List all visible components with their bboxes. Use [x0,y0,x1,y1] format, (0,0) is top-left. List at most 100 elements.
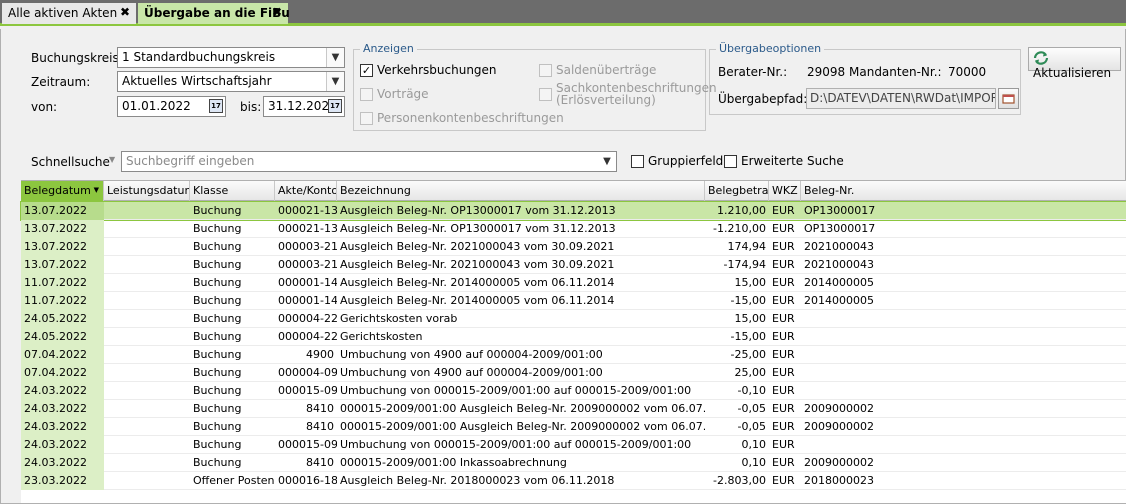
saldenuebertraege-checkbox[interactable] [539,64,552,77]
buchungen-table[interactable]: Belegdatum ▼ Leistungsdatum Klasse Akte/K… [20,180,1126,503]
cell-belegdatum: 13.07.2022 [21,256,104,274]
cell-akte-konto: 000001-14 [278,276,337,289]
cell-klasse: Buchung [193,330,242,343]
close-icon[interactable]: ✖ [272,5,282,19]
anzeigen-title: Anzeigen [360,42,417,55]
column-header-bezeichnung[interactable]: Bezeichnung [337,181,705,201]
cell-klasse: Buchung [193,402,242,415]
tab-uebergabe-fibu[interactable]: Übergabe an die FiBu ✖ [138,3,290,24]
tab-bar: Alle aktiven Akten ✖ Übergabe an die FiB… [0,0,1126,26]
cell-belegdatum: 24.03.2022 [21,382,104,400]
column-header-belegbetrag[interactable]: Belegbetrag [705,181,769,201]
table-row[interactable]: 13.07.2022 Buchung 000021-13 Ausgleich Bele… [21,220,1126,238]
bis-date-field[interactable]: 31.12.2022 17 [263,96,345,117]
table-row[interactable]: 13.07.2022 Buchung 000003-21 Ausgleich Bele… [21,238,1126,256]
uebergabepfad-field[interactable]: D:\DATEV\DATEN\RWDat\IMPORT [806,88,996,109]
bis-value: 31.12.2022 [268,99,337,113]
table-row[interactable]: 24.05.2022 Buchung 000004-22 Gerichtskosten… [21,328,1126,346]
column-header-akte-konto[interactable]: Akte/Konto [275,181,337,201]
column-header-wkz[interactable]: WKZ [769,181,801,201]
cell-leistungsdatum [104,472,190,490]
cell-klasse: Buchung [193,294,242,307]
cell-belegdatum: 24.05.2022 [21,328,104,346]
column-header-klasse[interactable]: Klasse [190,181,275,201]
cell-akte-konto: 000015-09 [278,384,337,397]
sachkonten-checkbox[interactable] [539,88,552,101]
cell-belegdatum: 11.07.2022 [21,292,104,310]
close-icon[interactable]: ✖ [120,5,130,19]
cell-wkz: EUR [772,240,795,253]
cell-wkz: EUR [772,222,795,235]
cell-leistungsdatum [104,400,190,418]
cell-bezeichnung: 000015-2009/001:00 Ausgleich Beleg-Nr. 2… [340,402,705,415]
cell-klasse: Buchung [193,348,242,361]
von-date-field[interactable]: 01.01.2022 17 [117,96,226,117]
cell-bezeichnung: 000015-2009/001:00 Ausgleich Beleg-Nr. 2… [340,420,705,433]
cell-bezeichnung: Umbuchung von 000015-2009/001:00 auf 000… [340,438,692,451]
table-row[interactable]: 13.07.2022 Buchung 000003-21 Ausgleich Bele… [21,256,1126,274]
cell-wkz: EUR [772,384,795,397]
cell-belegbetrag: -0,05 [737,420,766,433]
verkehrsbuchungen-checkbox[interactable]: ✓ [360,64,373,77]
calendar-icon[interactable]: 17 [328,99,342,113]
chevron-down-icon[interactable]: ▼ [326,48,344,67]
cell-belegbetrag: 1.210,00 [717,204,766,217]
calendar-icon[interactable]: 17 [209,99,223,113]
search-dropdown-icon[interactable]: ▼ [109,155,115,164]
zeitraum-select[interactable]: Aktuelles Wirtschaftsjahr ▼ [117,71,345,92]
erweiterte-suche-checkbox[interactable] [724,155,737,168]
cell-klasse: Buchung [193,366,242,379]
refresh-icon [1033,51,1049,65]
cell-beleg-nr: 2009000002 [804,402,874,415]
column-header-beleg-nr[interactable]: Beleg-Nr. [801,181,1126,201]
table-row[interactable]: 23.03.2022 Offener Posten 000016-18 Ausglei… [21,472,1126,490]
cell-bezeichnung: Ausgleich Beleg-Nr. 2021000043 vom 30.09… [340,240,615,253]
cell-klasse: Buchung [193,312,242,325]
table-row[interactable]: 07.04.2022 Buchung 4900 Umbuchung von 4900 … [21,346,1126,364]
table-row[interactable]: 11.07.2022 Buchung 000001-14 Ausgleich Bele… [21,274,1126,292]
cell-akte-konto: 000021-13 [278,204,337,217]
personenkonten-checkbox[interactable] [360,112,373,125]
cell-leistungsdatum [104,436,190,454]
table-row[interactable]: 24.03.2022 Buchung 8410 000015-2009/001:00 … [21,418,1126,436]
personenkonten-label: Personenkontenbeschriftungen [377,111,564,125]
chevron-down-icon[interactable]: ▼ [326,72,344,91]
uebergabeoptionen-group: Übergabeoptionen Berater-Nr.: 29098 Mand… [709,42,1021,115]
cell-bezeichnung: Gerichtskosten [340,330,423,343]
mandanten-label: Mandanten-Nr.: [849,65,942,79]
column-header-belegdatum[interactable]: Belegdatum ▼ [21,181,104,201]
table-row[interactable]: 11.07.2022 Buchung 000001-14 Ausgleich Bele… [21,292,1126,310]
cell-beleg-nr: 2018000023 [804,474,874,487]
cell-beleg-nr: 2021000043 [804,240,874,253]
table-row[interactable]: 24.05.2022 Buchung 000004-22 Gerichtskosten… [21,310,1126,328]
tab-label: Alle aktiven Akten [8,6,118,20]
table-row[interactable]: 24.03.2022 Buchung 000015-09 Umbuchung von … [21,436,1126,454]
table-row[interactable]: 13.07.2022 Buchung 000021-13 Ausgleich Bele… [20,201,1126,221]
table-row[interactable]: 24.03.2022 Buchung 000015-09 Umbuchung von … [21,382,1126,400]
cell-akte-konto: 000004-22 [278,330,337,343]
cell-wkz: EUR [772,474,795,487]
cell-belegbetrag: 0,10 [741,456,767,469]
cell-belegdatum: 11.07.2022 [21,274,104,292]
bis-label: bis: [240,100,262,114]
cell-leistungsdatum [104,328,190,346]
cell-belegdatum: 07.04.2022 [21,346,104,364]
cell-beleg-nr [801,364,921,382]
gruppierfeld-checkbox[interactable] [631,155,644,168]
aktualisieren-button[interactable]: Aktualisieren [1028,47,1121,80]
table-row[interactable]: 07.04.2022 Buchung 000004-09 Umbuchung von … [21,364,1126,382]
cell-beleg-nr [801,346,921,364]
browse-folder-button[interactable] [998,88,1019,109]
table-row[interactable]: 24.03.2022 Buchung 8410 000015-2009/001:00 … [21,454,1126,472]
cell-beleg-nr [801,310,921,328]
cell-akte-konto: 4900 [306,348,334,361]
cell-beleg-nr: 2009000002 [804,456,874,469]
search-input[interactable]: Suchbegriff eingeben ▼ [121,151,617,172]
table-row[interactable]: 24.03.2022 Buchung 8410 000015-2009/001:00 … [21,400,1126,418]
cell-klasse: Buchung [193,438,242,451]
chevron-down-icon[interactable]: ▼ [598,152,616,171]
vortraege-checkbox[interactable] [360,88,373,101]
tab-alle-aktiven-akten[interactable]: Alle aktiven Akten ✖ [2,3,136,24]
buchungskreis-select[interactable]: 1 Standardbuchungskreis ▼ [117,47,345,68]
column-header-leistungsdatum[interactable]: Leistungsdatum [104,181,190,201]
